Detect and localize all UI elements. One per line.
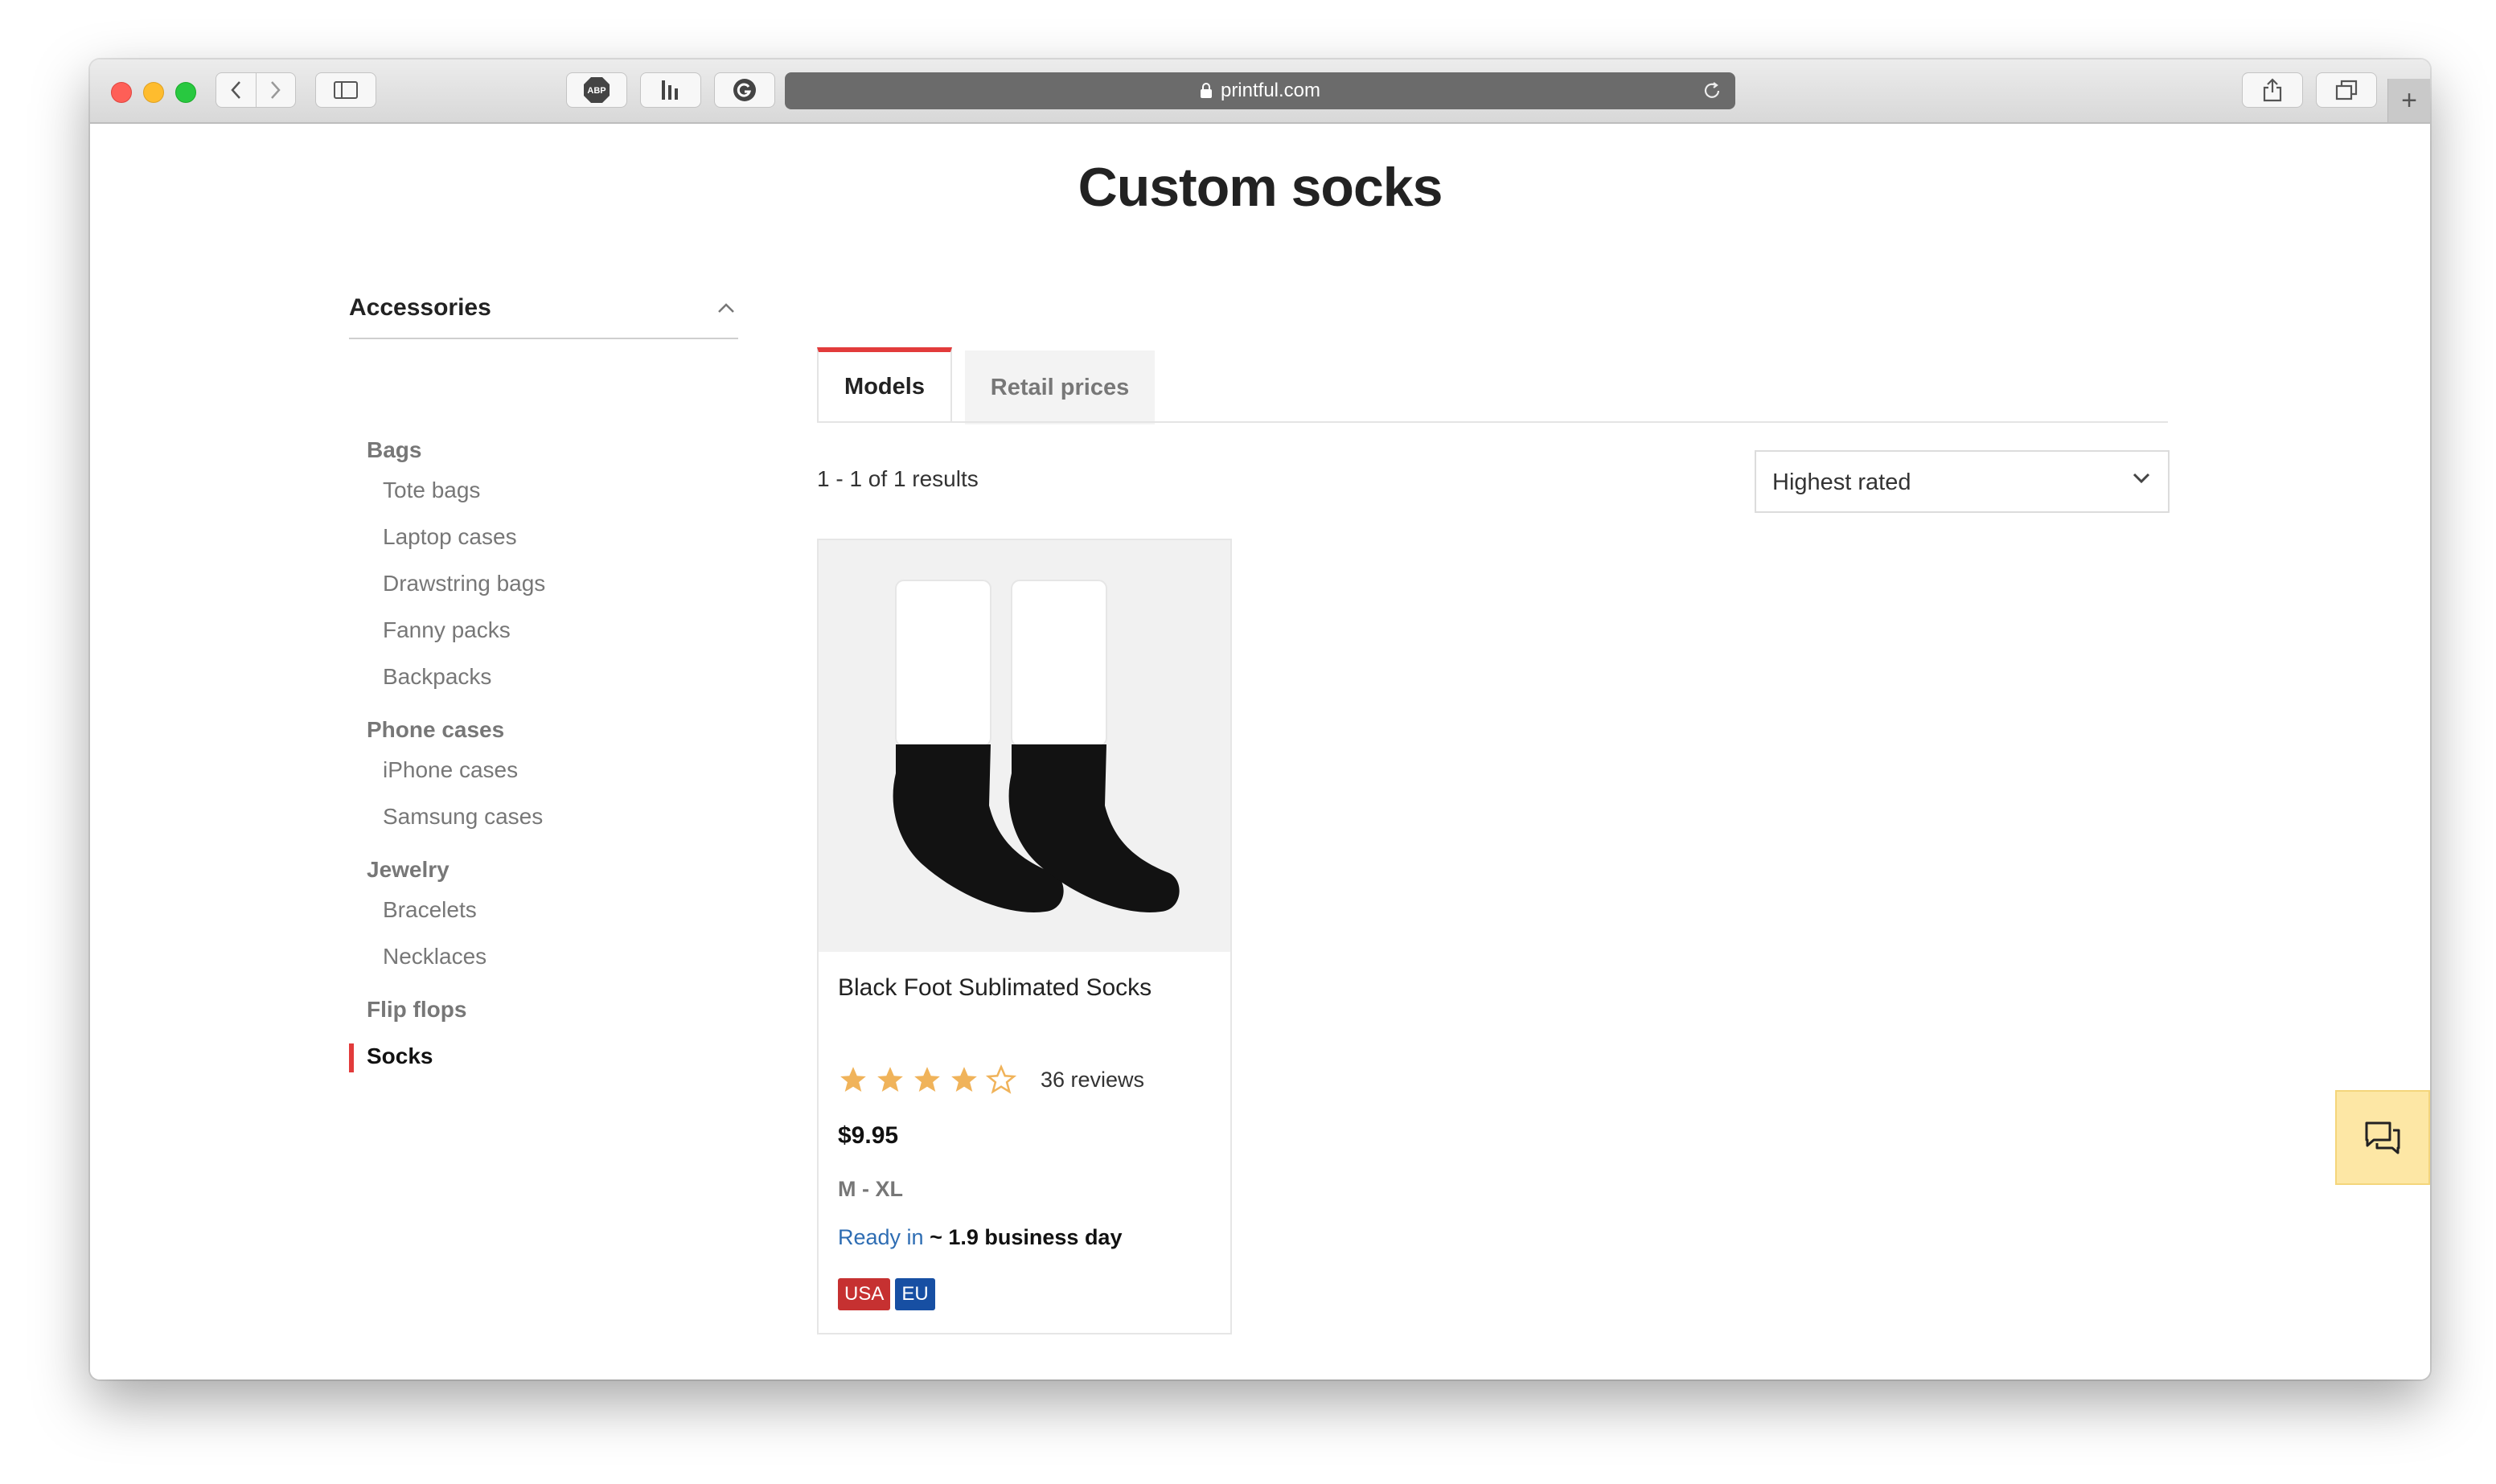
adblock-icon: ABP: [584, 77, 610, 103]
socks-image: [819, 540, 1230, 952]
page-title: Custom socks: [1078, 157, 1443, 218]
product-reviews[interactable]: 36 reviews: [1041, 1068, 1144, 1093]
address-bar[interactable]: printful.com: [785, 72, 1735, 109]
lock-icon: [1200, 83, 1212, 98]
tabs-divider: [817, 421, 2168, 423]
chat-button[interactable]: [2335, 1090, 2430, 1185]
sidebar-heading-accessories[interactable]: Accessories: [349, 291, 738, 339]
sidebar-item-samsung-cases[interactable]: Samsung cases: [383, 804, 543, 830]
reload-icon[interactable]: [1702, 80, 1722, 101]
new-tab-icon: +: [2401, 84, 2417, 116]
back-icon: [231, 81, 241, 99]
product-rating: [838, 1064, 1016, 1095]
sidebar-category-phone-cases[interactable]: Phone cases: [367, 717, 504, 743]
tab-retail-prices[interactable]: Retail prices: [965, 351, 1155, 424]
sidebar-item-drawstring-bags[interactable]: Drawstring bags: [383, 571, 545, 596]
nav-buttons: [216, 72, 296, 108]
ready-in-label[interactable]: Ready in: [838, 1225, 924, 1249]
chat-icon: [2365, 1121, 2400, 1154]
sidebar-item-backpacks[interactable]: Backpacks: [383, 664, 491, 690]
sidebar-item-laptop-cases[interactable]: Laptop cases: [383, 524, 517, 550]
product-image[interactable]: [819, 540, 1230, 952]
product-name[interactable]: Black Foot Sublimated Socks: [838, 974, 1152, 1002]
sidebar-category-jewelry[interactable]: Jewelry: [367, 857, 450, 883]
star-filled-icon: [840, 1067, 866, 1093]
forward-icon: [270, 81, 281, 99]
sidebar-toggle-button[interactable]: [315, 72, 376, 108]
tabs-overview-button[interactable]: [2316, 72, 2377, 108]
sidebar-category-socks[interactable]: Socks: [367, 1043, 433, 1069]
region-badges: USA EU: [838, 1278, 935, 1310]
active-indicator: [349, 1043, 354, 1072]
product-fulfillment-time: Ready in ~ 1.9 business day: [838, 1225, 1122, 1250]
tab-models[interactable]: Models: [817, 347, 952, 421]
new-tab-button[interactable]: +: [2387, 79, 2430, 122]
browser-window: ABP printful.com + Custom socks Accessor…: [90, 59, 2430, 1379]
badge-usa: USA: [838, 1278, 891, 1310]
minimize-window-button[interactable]: [143, 82, 164, 103]
sidebar-item-iphone-cases[interactable]: iPhone cases: [383, 757, 518, 783]
browser-toolbar: ABP printful.com +: [90, 59, 2430, 124]
chevron-up-icon: [718, 303, 734, 313]
star-empty-icon: [986, 1064, 1016, 1094]
ready-in-value: ~ 1.9 business day: [930, 1225, 1123, 1249]
sidebar-category-flip-flops[interactable]: Flip flops: [367, 997, 466, 1023]
badge-eu: EU: [895, 1278, 935, 1310]
adblock-extension-button[interactable]: ABP: [566, 72, 627, 108]
star-filled-icon: [914, 1067, 940, 1093]
share-button[interactable]: [2242, 72, 2303, 108]
sort-selected-value: Highest rated: [1772, 469, 1911, 495]
tabs-icon: [2335, 80, 2358, 100]
product-sizes: M - XL: [838, 1177, 903, 1201]
star-filled-icon: [877, 1067, 903, 1093]
sidebar-item-fanny-packs[interactable]: Fanny packs: [383, 617, 511, 643]
back-button[interactable]: [216, 73, 256, 107]
product-price: $9.95: [838, 1122, 899, 1149]
sidebar-item-bracelets[interactable]: Bracelets: [383, 897, 477, 923]
forward-button[interactable]: [255, 73, 296, 107]
bars-icon: [662, 80, 678, 100]
grammarly-icon: [733, 79, 756, 101]
zoom-window-button[interactable]: [175, 82, 196, 103]
sort-select[interactable]: Highest rated: [1755, 450, 2170, 513]
close-window-button[interactable]: [111, 82, 132, 103]
results-count: 1 - 1 of 1 results: [817, 466, 979, 491]
page-content: Custom socks Accessories Bags Tote bags …: [90, 124, 2430, 1379]
sidebar-item-tote-bags[interactable]: Tote bags: [383, 478, 480, 503]
svg-text:ABP: ABP: [587, 86, 606, 96]
grammarly-extension-button[interactable]: [714, 72, 775, 108]
bars-extension-button[interactable]: [640, 72, 701, 108]
share-icon: [2263, 78, 2282, 102]
chevron-down-icon: [2133, 473, 2150, 484]
sidebar-heading-label: Accessories: [349, 294, 491, 321]
sidebar-icon: [334, 81, 358, 99]
url-text: printful.com: [1220, 80, 1321, 101]
product-card[interactable]: Black Foot Sublimated Socks 36 reviews $…: [817, 539, 1232, 1334]
sidebar-category-bags[interactable]: Bags: [367, 437, 421, 463]
star-filled-icon: [951, 1067, 977, 1093]
sidebar-item-necklaces[interactable]: Necklaces: [383, 944, 486, 970]
